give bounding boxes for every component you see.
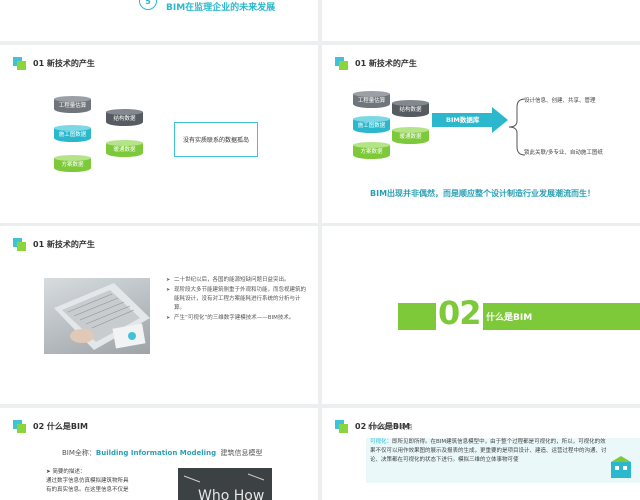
cylinder-structure: 结构数据 [106,109,143,126]
chalkboard-image: Who How [178,468,272,500]
part-title: 什么是BIM [486,313,533,323]
laptop-photo [44,278,150,354]
slide-top-right[interactable] [322,0,640,41]
cylinder-construction: 施工图数据 [54,125,91,142]
bullet-item: 产生“可视化”的三维数字建模技术——BIM技术。 [166,314,306,323]
cylinder-construction: 施工图数据 [353,116,390,133]
slide-what-is-bim[interactable]: 02 什么是BIM BIM全称：Building Information Mod… [0,408,318,500]
building-icon [611,456,631,478]
bim-full-name: BIM全称：Building Information Modeling 建筑信息… [62,448,263,458]
bullet-list: 二十世纪以后，各国的能源短缺问题日益突出。 现阶段大多节能建筑侧重于外观和功能，… [166,276,306,324]
bim-full-prefix: BIM全称： [62,449,96,457]
section-title: 01 新技术的产生 [33,59,95,68]
section-title: 01 新技术的产生 [355,59,417,68]
cylinder-quantity: 工程量估算 [353,91,390,108]
cylinder-label: 施工图数据 [58,132,87,138]
green-square-icon [17,61,26,70]
data-island-box: 没有实质联系的数据孤岛 [174,122,258,157]
green-square-icon [339,424,348,433]
description-line: 有的真实信息。在这里信息不仅是 [46,487,129,493]
section-title: 01 新技术的产生 [33,240,95,249]
bim-full-en: Building Information Modeling [95,449,217,457]
cylinder-scheme: 方案数据 [353,142,390,159]
cylinder-label: 方案数据 [360,149,383,155]
feature-text: 可视化：即所见即所得。在BIM建筑信息模型中，由于整个过程都是可视化的，所以，可… [370,438,608,465]
bracket-text-bottom: 锁此关联/多专业、自动施工图纸 [524,150,603,156]
cylinder-hvac: 暖通数据 [392,127,429,144]
green-square-icon [17,242,26,251]
section-number-circle: 5 [139,0,157,10]
feature-body: 即所见即所得。在BIM建筑信息模型中，由于整个过程都是可视化的，所以，可视化的效… [370,439,607,463]
description-line: 通过数字信息仿真模拟建筑物所具 [46,478,129,484]
slogan: BIM出现并非偶然，而是顺应整个设计制造行业发展潮流而生！ [370,189,596,198]
slide-title: BIM在监理企业的未来发展 [166,3,276,13]
part-number: 02 [436,294,483,332]
slide-top-left[interactable]: 5 BIM在监理企业的未来发展 [0,0,318,41]
cylinder-quantity: 工程量估算 [54,96,91,113]
description-heading: ➤ 简要的描述： [46,469,86,475]
cylinder-label: 暖通数据 [113,147,136,153]
cylinder-structure: 结构数据 [392,100,429,117]
slide-new-tech-islands[interactable]: 01 新技术的产生 工程量估算 结构数据 施工图数据 暖通数据 方案数据 没有实… [0,45,318,223]
feature-key: 可视化： [370,439,393,445]
board-text: Who How [198,488,264,500]
bullet-item: 现阶段大多节能建筑侧重于外观和功能，而忽视建筑的能耗设计，没有对工程方案能耗进行… [166,286,306,313]
part-word: Part [402,316,428,329]
green-square-icon [17,424,26,433]
description-text: ➤ 简要的描述： 通过数字信息仿真模拟建筑物所具 有的真实信息。在这里信息不仅是 [46,468,166,495]
bullet-item: 二十世纪以后，各国的能源短缺问题日益突出。 [166,276,306,285]
cylinder-label: 结构数据 [399,107,422,113]
slide-bim-database[interactable]: 01 新技术的产生 工程量估算 结构数据 施工图数据 暖通数据 方案数据 BIM… [322,45,640,223]
cylinder-hvac: 暖通数据 [106,140,143,157]
chalkboard-icon: Who How [183,473,264,500]
cylinder-label: 工程量估算 [58,103,87,109]
bim-full-cn: 建筑信息模型 [220,449,263,457]
cylinder-label: 暖通数据 [399,134,422,140]
laptop-photo-icon [54,283,150,350]
bracket-text-top: 设计信息、创建、共享、管理 [524,98,596,104]
slide-new-tech-background[interactable]: 01 新技术的产生 二十世纪以后，各国的能源短缺问题日益突出。 现阶段大多节能建… [0,226,318,404]
features-title: BIM的七个特点 [368,423,413,431]
cylinder-label: 结构数据 [113,116,136,122]
section-title: 02 什么是BIM [33,422,88,431]
bim-database-label: BIM数据库 [446,116,480,124]
cylinder-label: 工程量估算 [357,98,386,104]
cylinder-scheme: 方案数据 [54,155,91,172]
cylinder-label: 施工图数据 [357,123,386,129]
slide-part-02[interactable]: Part 02 什么是BIM [322,226,640,404]
slide-bim-seven-features[interactable]: 02 什么是BIM BIM的七个特点 可视化：即所见即所得。在BIM建筑信息模型… [322,408,640,500]
cylinder-label: 方案数据 [61,162,84,168]
green-square-icon [339,61,348,70]
